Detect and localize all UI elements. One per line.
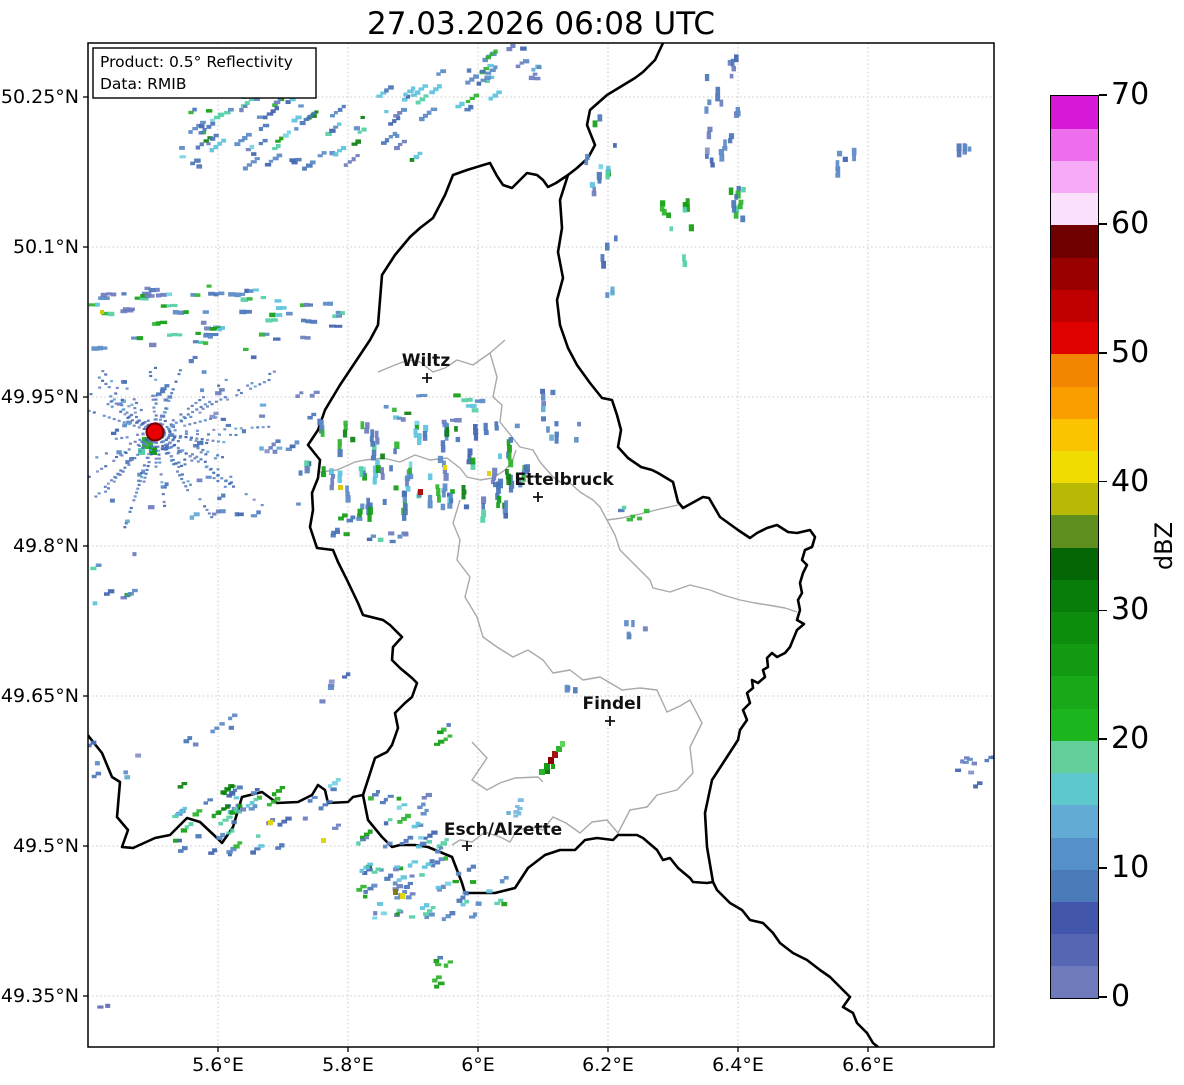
- colorbar-segment: [1051, 353, 1098, 387]
- colorbar-segment: [1051, 643, 1098, 677]
- colorbar: 0 10 20 30 40 50 60 70 dBZ: [1050, 77, 1184, 1014]
- country-border-france-germany: [711, 880, 880, 1047]
- colorbar-segment: [1051, 224, 1098, 258]
- colorbar-segment: [1051, 514, 1098, 548]
- colorbar-tick: [1099, 738, 1107, 741]
- colorbar-segment: [1051, 579, 1098, 613]
- colorbar-segment: [1051, 321, 1098, 355]
- colorbar-segment: [1051, 804, 1098, 838]
- product-line: Product: 0.5° Reflectivity: [100, 53, 293, 71]
- radar-echo-layer: [88, 43, 994, 1009]
- colorbar-tick-label: 40: [1111, 463, 1150, 499]
- canton-border-line: [451, 499, 703, 846]
- colorbar-segment: [1051, 482, 1098, 516]
- product-info-box: Product: 0.5° Reflectivity Data: RMIB: [92, 47, 317, 99]
- canton-border-line: [319, 449, 517, 481]
- colorbar-segment: [1051, 385, 1098, 419]
- colorbar-tick-label: 20: [1111, 721, 1150, 757]
- x-tick-label: 6.4°E: [712, 1054, 764, 1076]
- colorbar-tick-label: 70: [1111, 76, 1150, 112]
- y-tick-label: 49.65°N: [1, 685, 79, 707]
- colorbar-segment: [1051, 869, 1098, 902]
- y-tick-label: 49.95°N: [1, 386, 79, 408]
- colorbar-axis-label: dBZ: [1150, 521, 1178, 571]
- canton-border-line: [489, 352, 679, 521]
- country-border-luxembourg: [306, 161, 817, 895]
- radar-site-marker: [145, 422, 165, 442]
- colorbar-tick: [1099, 609, 1107, 612]
- axis-tick-labels: 5.6°E 5.8°E 6°E 6.2°E 6.4°E 6.6°E 50.25°N 50.1°…: [1, 86, 894, 1076]
- x-tick-label: 5.8°E: [322, 1054, 374, 1076]
- colorbar-segment: [1051, 128, 1098, 162]
- colorbar-segment: [1051, 96, 1098, 129]
- country-borders: [88, 43, 880, 1047]
- colorbar-segment: [1051, 257, 1098, 290]
- colorbar-segment: [1051, 289, 1098, 323]
- plot-title: 27.03.2026 06:08 UTC: [367, 6, 715, 42]
- city-marker: [462, 841, 472, 851]
- map-frame: [87, 42, 995, 1048]
- colorbar-tick: [1099, 351, 1107, 354]
- colorbar-segment: [1051, 450, 1098, 484]
- colorbar-tick: [1099, 223, 1107, 225]
- colorbar-segment: [1051, 901, 1098, 935]
- colorbar-segment: [1051, 965, 1098, 998]
- colorbar-bar: [1050, 95, 1099, 999]
- city-label: Esch/Alzette: [444, 820, 562, 840]
- colorbar-segment: [1051, 933, 1098, 967]
- city-labels: Wiltz Ettelbruck Findel Esch/Alzette: [402, 351, 642, 851]
- radar-map-figure: 27.03.2026 06:08 UTC Wiltz Ettelbruck Find…: [1, 6, 995, 1076]
- x-tick-label: 6.2°E: [582, 1054, 634, 1076]
- canton-border-line: [471, 741, 544, 791]
- colorbar-segment: [1051, 740, 1098, 774]
- colorbar-segment: [1051, 192, 1098, 226]
- colorbar-tick-label: 60: [1111, 205, 1150, 241]
- colorbar-segment: [1051, 836, 1098, 870]
- canton-border-line: [606, 519, 798, 613]
- city-marker: [533, 492, 543, 502]
- colorbar-tick: [1099, 94, 1107, 96]
- colorbar-tick-label: 0: [1111, 978, 1131, 1014]
- colorbar-segment: [1051, 611, 1098, 645]
- city-label: Wiltz: [402, 351, 451, 371]
- colorbar-segment: [1051, 160, 1098, 194]
- colorbar-segment: [1051, 708, 1098, 741]
- city-marker: [422, 373, 432, 383]
- city-marker: [605, 716, 615, 726]
- x-tick-label: 5.6°E: [192, 1054, 244, 1076]
- x-tick-label: 6.6°E: [842, 1054, 894, 1076]
- y-tick-label: 50.25°N: [1, 86, 79, 108]
- canton-borders: [319, 339, 798, 846]
- gridlines: [88, 43, 994, 1047]
- country-border-belgium-germany: [566, 43, 665, 177]
- radar-site-dot: [145, 422, 165, 442]
- y-tick-label: 50.1°N: [13, 236, 79, 258]
- colorbar-segment: [1051, 675, 1098, 709]
- y-tick-label: 49.8°N: [13, 535, 79, 557]
- colorbar-tick: [1099, 480, 1107, 483]
- colorbar-tick-label: 30: [1111, 592, 1150, 628]
- colorbar-tick-label: 10: [1111, 849, 1150, 885]
- colorbar-tick: [1099, 867, 1107, 869]
- y-tick-label: 49.5°N: [13, 835, 79, 857]
- colorbar-segment: [1051, 547, 1098, 580]
- data-source-line: Data: RMIB: [100, 75, 187, 93]
- y-tick-label: 49.35°N: [1, 985, 79, 1007]
- colorbar-tick: [1099, 996, 1107, 998]
- colorbar-segment: [1051, 772, 1098, 806]
- colorbar-tick-label: 50: [1111, 334, 1150, 370]
- city-label: Findel: [582, 694, 641, 714]
- x-tick-label: 6°E: [461, 1054, 495, 1076]
- colorbar-segment: [1051, 418, 1098, 451]
- city-label: Ettelbruck: [514, 470, 614, 490]
